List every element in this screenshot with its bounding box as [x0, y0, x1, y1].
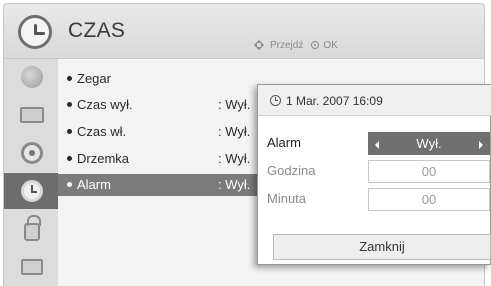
nav-hint-move-label: Przejdź [270, 39, 304, 51]
menu-item-label: Czas wł. [77, 124, 127, 139]
time-menu-screen: CZAS Przejdź OK Zegar Czas wył.: Wył. C… [0, 0, 491, 286]
options-icon [20, 259, 43, 275]
alarm-selector[interactable]: Wył. [368, 132, 490, 155]
arrow-left-icon[interactable] [375, 141, 379, 149]
menu-item-label: Drzemka [77, 151, 130, 166]
menu-item-value: : Wył. [218, 124, 251, 139]
hour-row: Godzina 00 [258, 158, 491, 184]
sidebar-item-audio[interactable] [4, 135, 59, 171]
menu-item-value: : Wył. [218, 97, 251, 112]
menu-item-label: Czas wył. [77, 97, 133, 112]
ok-button-icon [311, 41, 320, 49]
navigation-hint: Przejdź OK [252, 38, 338, 52]
page-title: CZAS [68, 19, 126, 42]
menu-item-value: : Wył. [218, 151, 251, 166]
sidebar-item-time[interactable] [4, 173, 59, 209]
hour-label: Godzina [267, 163, 316, 178]
alarm-label: Alarm [267, 135, 301, 150]
close-button[interactable]: Zamknij [273, 234, 491, 260]
alarm-row: Alarm Wył. [258, 130, 491, 156]
category-sidebar [3, 59, 59, 286]
alarm-settings-dialog: 1 Mar. 2007 16:09 Alarm Wył. Godzina 00 … [257, 84, 491, 265]
speaker-icon [20, 142, 43, 164]
clock-icon [18, 15, 52, 49]
minute-value: 00 [421, 192, 437, 207]
hour-value: 00 [421, 164, 437, 179]
menu-item-value: : Wył. [218, 177, 251, 192]
hour-field[interactable]: 00 [368, 160, 490, 183]
sidebar-item-channels[interactable] [4, 59, 59, 95]
current-datetime: 1 Mar. 2007 16:09 [286, 94, 383, 108]
sidebar-item-picture[interactable] [4, 97, 59, 133]
minute-row: Minuta 00 [258, 186, 491, 212]
nav-hint-ok-label: OK [323, 39, 338, 51]
arrows-icon [252, 38, 266, 52]
clock-icon [270, 95, 281, 106]
sidebar-item-options[interactable] [4, 249, 59, 285]
lock-icon [23, 215, 41, 241]
alarm-value: Wył. [416, 136, 442, 151]
menu-item-label: Zegar [77, 71, 111, 86]
minute-field[interactable]: 00 [368, 188, 490, 211]
sidebar-item-lock[interactable] [4, 211, 59, 247]
arrow-right-icon[interactable] [479, 141, 483, 149]
satellite-icon [20, 66, 43, 88]
clock-icon [20, 180, 43, 202]
menu-header: CZAS Przejdź OK [3, 3, 485, 59]
minute-label: Minuta [267, 191, 307, 206]
tv-icon [19, 107, 44, 123]
dialog-header: 1 Mar. 2007 16:09 [258, 85, 491, 116]
menu-item-label: Alarm [77, 177, 111, 192]
